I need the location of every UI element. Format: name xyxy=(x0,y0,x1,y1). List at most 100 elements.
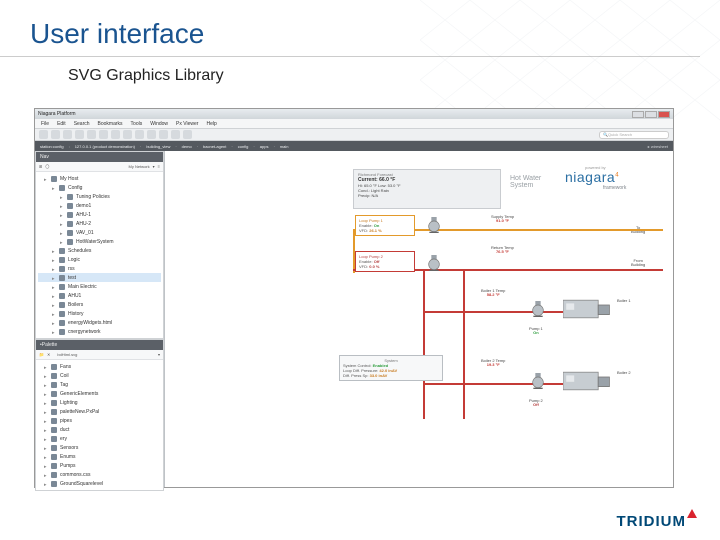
search-placeholder: Quick Search xyxy=(608,132,632,137)
palette-item[interactable]: ▸Tag xyxy=(38,380,161,389)
palette-folder-icon[interactable]: 📁 xyxy=(39,352,44,357)
palette-item[interactable]: ▸commons.css xyxy=(38,470,161,479)
loop2-vfd: 0.0 % xyxy=(369,264,379,269)
nav-item[interactable]: ▸Tuning Policies xyxy=(38,192,161,201)
menu-search[interactable]: Search xyxy=(74,121,90,127)
palette-selector[interactable]: bdHtml.svg xyxy=(57,352,77,357)
menu-pxviewer[interactable]: Px Viewer xyxy=(176,121,198,127)
pump-2-icon xyxy=(531,373,545,389)
supply-temp-label: Supply Temp91.0 °F xyxy=(491,215,514,224)
view-mode[interactable]: ▸ wiresheet xyxy=(648,144,668,149)
nav-item[interactable]: ▸rss xyxy=(38,264,161,273)
nav-item[interactable]: ▸AHU-1 xyxy=(38,210,161,219)
search-input[interactable]: 🔍 Quick Search xyxy=(599,131,669,139)
palette-item[interactable]: ▸Lighting xyxy=(38,398,161,407)
nav-item[interactable]: ▸Boilers xyxy=(38,300,161,309)
close-button[interactable] xyxy=(658,111,670,118)
nav-item[interactable]: ▸AHU-2 xyxy=(38,219,161,228)
crumb-7[interactable]: main xyxy=(280,144,289,149)
nav-item[interactable]: ▸History xyxy=(38,309,161,318)
tb-paste-icon[interactable] xyxy=(135,130,144,139)
nav-tree: ▸My Host▸Config▸Tuning Policies▸demo1▸AH… xyxy=(36,172,163,338)
palette-item[interactable]: ▸Pumps xyxy=(38,461,161,470)
tb-cut-icon[interactable] xyxy=(111,130,120,139)
palette-item[interactable]: ▸Fans xyxy=(38,362,161,371)
tb-back-icon[interactable] xyxy=(39,130,48,139)
tb-undo-icon[interactable] xyxy=(147,130,156,139)
palette-item[interactable]: ▸GenericElements xyxy=(38,389,161,398)
palette-item[interactable]: ▸pipes xyxy=(38,416,161,425)
pump2-label: Pump 2Off xyxy=(529,399,543,408)
boiler-1-icon xyxy=(563,297,611,321)
tb-tools-icon[interactable] xyxy=(183,130,192,139)
tb-save-icon[interactable] xyxy=(99,130,108,139)
crumb-5[interactable]: config xyxy=(238,144,249,149)
nav-item[interactable]: ▸Logic xyxy=(38,255,161,264)
boiler2-name: Boiler 2 xyxy=(617,371,631,375)
nav-item[interactable]: ▸Schedules xyxy=(38,246,161,255)
palette-item[interactable]: ▸Sensors xyxy=(38,443,161,452)
menubar: File Edit Search Bookmarks Tools Window … xyxy=(35,119,673,129)
hws-title: Hot Water System xyxy=(510,175,541,189)
app-window: Niagara Platform File Edit Search Bookma… xyxy=(34,108,674,488)
nav-back-icon[interactable]: 〇 xyxy=(45,164,49,170)
nav-menu-icon[interactable]: ≡ xyxy=(158,164,160,169)
crumb-3[interactable]: demo xyxy=(182,144,192,149)
boiler2-temp: Boiler 2 Temp19.3 °F xyxy=(481,359,505,368)
loop-pump-1-icon xyxy=(427,217,441,233)
palette-item[interactable]: ▸Coil xyxy=(38,371,161,380)
nav-item[interactable]: ▸energyWidgets.html xyxy=(38,318,161,327)
boiler1-name: Boiler 1 xyxy=(617,299,631,303)
crumb-4[interactable]: bacnet-agent xyxy=(203,144,226,149)
palette-item[interactable]: ▸paletteNew.PxPal xyxy=(38,407,161,416)
min-button[interactable] xyxy=(632,111,644,118)
tb-copy-icon[interactable] xyxy=(123,130,132,139)
nav-item[interactable]: ▸Config xyxy=(38,183,161,192)
pathbar: station:config: 127.0.0.1 (product demon… xyxy=(35,141,673,151)
palette-item[interactable]: ▸GroundSquarelevel xyxy=(38,479,161,488)
menu-help[interactable]: Help xyxy=(206,121,216,127)
crumb-1[interactable]: 127.0.0.1 (product demonstration) xyxy=(75,144,135,149)
palette-item[interactable]: ▸duct xyxy=(38,425,161,434)
menu-file[interactable]: File xyxy=(41,121,49,127)
nav-item[interactable]: ▸cnergynetwork xyxy=(38,327,161,336)
crumb-2[interactable]: building_view xyxy=(146,144,170,149)
tb-fwd-icon[interactable] xyxy=(51,130,60,139)
pump1-label: Pump 1On xyxy=(529,327,543,336)
nav-item[interactable]: ▸VAV_01 xyxy=(38,228,161,237)
palette-close-icon[interactable]: ✕ xyxy=(47,352,50,357)
palette-dropdown-icon[interactable]: ▾ xyxy=(158,352,160,357)
palette-item[interactable]: ▸Enums xyxy=(38,452,161,461)
nav-item[interactable]: ▸Main Electric xyxy=(38,282,161,291)
crumb-0[interactable]: station:config xyxy=(40,144,64,149)
tb-home-icon[interactable] xyxy=(75,130,84,139)
nav-selector[interactable]: My Network xyxy=(129,164,150,169)
forecast-precip: Precip: N/A xyxy=(358,193,496,198)
system-dp-sp: 33.0 inAV xyxy=(370,373,388,378)
max-button[interactable] xyxy=(645,111,657,118)
window-title: Niagara Platform xyxy=(38,111,76,117)
canvas[interactable]: Richmond Forecast Current: 66.0 °F Hi: 6… xyxy=(165,151,673,487)
tb-up-icon[interactable] xyxy=(63,130,72,139)
palette-item[interactable]: ▸ery xyxy=(38,434,161,443)
menu-window[interactable]: Window xyxy=(150,121,168,127)
nav-item[interactable]: ▸My Host xyxy=(38,174,161,183)
nav-item[interactable]: ▸HotWaterSystem xyxy=(38,237,161,246)
menu-bookmarks[interactable]: Bookmarks xyxy=(98,121,123,127)
tb-props-icon[interactable] xyxy=(171,130,180,139)
nav-dropdown-icon[interactable]: ▾ xyxy=(153,164,155,169)
crumb-6[interactable]: apps xyxy=(260,144,269,149)
menu-edit[interactable]: Edit xyxy=(57,121,66,127)
niagara-logo: niagara4 xyxy=(565,169,619,185)
nav-collapse-icon[interactable]: ⊞ xyxy=(39,164,42,169)
nav-item[interactable]: ▸test xyxy=(38,273,161,282)
nav-item[interactable]: ▸demo1 xyxy=(38,201,161,210)
return-temp-label: Return Temp76.5 °F xyxy=(491,246,514,255)
loop-pump-2-box: Loop Pump 2 Enable: Off VFD: 0.0 % xyxy=(355,251,415,272)
tb-redo-icon[interactable] xyxy=(159,130,168,139)
menu-tools[interactable]: Tools xyxy=(131,121,143,127)
tb-refresh-icon[interactable] xyxy=(87,130,96,139)
forecast-widget: Richmond Forecast Current: 66.0 °F Hi: 6… xyxy=(353,169,501,209)
nav-item[interactable]: ▸AHU1 xyxy=(38,291,161,300)
pump-1-icon xyxy=(531,301,545,317)
